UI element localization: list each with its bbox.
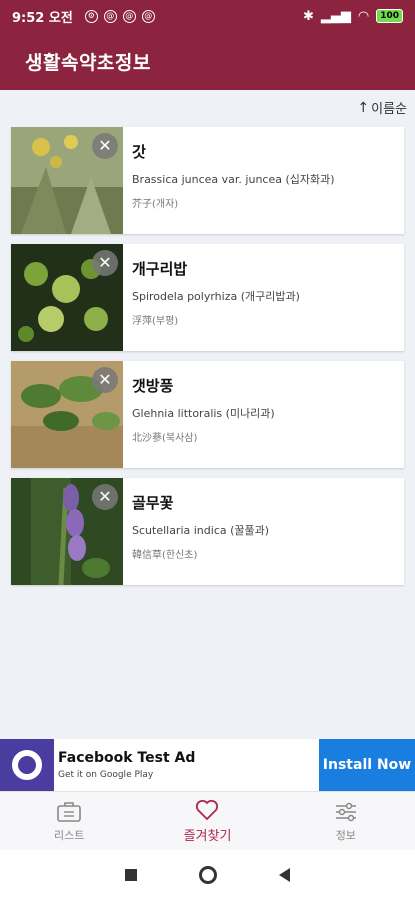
herb-photo: ✕ bbox=[11, 127, 123, 234]
herb-card[interactable]: ✕ 갓 Brassica juncea var. juncea (십자화과) 芥… bbox=[11, 127, 404, 234]
nav-item-info[interactable]: 정보 bbox=[277, 792, 415, 850]
nav-label: 즐겨찾기 bbox=[183, 829, 232, 844]
notification-icon: ⚙ bbox=[84, 9, 98, 23]
home-icon[interactable] bbox=[199, 866, 217, 884]
status-time: 9:52 오전 bbox=[12, 10, 73, 26]
herb-scientific-name: Scutellaria indica (꿀풀과) bbox=[132, 524, 270, 537]
herb-hanja-name: 浮萍(부평) bbox=[132, 316, 179, 327]
install-now-button[interactable]: Install Now bbox=[319, 739, 415, 791]
recent-apps-icon[interactable] bbox=[125, 869, 137, 881]
herb-card[interactable]: ✕ 갯방풍 Glehnia littoralis (미나리과) 北沙蔘(북사삼) bbox=[11, 361, 404, 468]
herb-photo: ✕ bbox=[11, 361, 123, 468]
nav-item-favorites[interactable]: 즐겨찾기 bbox=[138, 792, 276, 850]
status-bar: 9:52 오전 ⚙ @ @ @ ✱ ▂▄▆ ◠ 100 bbox=[0, 0, 415, 32]
herb-photo: ✕ bbox=[11, 478, 123, 585]
favorites-list: ✕ 갓 Brassica juncea var. juncea (십자화과) 芥… bbox=[11, 127, 404, 595]
ad-banner[interactable]: Facebook Test Ad Get it on Google Play I… bbox=[0, 739, 415, 791]
herb-name: 갓 bbox=[132, 143, 146, 161]
herb-scientific-name: Spirodela polyrhiza (개구리밥과) bbox=[132, 290, 300, 303]
remove-favorite-button[interactable]: ✕ bbox=[92, 250, 118, 276]
remove-favorite-button[interactable]: ✕ bbox=[92, 367, 118, 393]
herb-scientific-name: Brassica juncea var. juncea (십자화과) bbox=[132, 173, 335, 186]
ad-title: Facebook Test Ad bbox=[58, 750, 196, 766]
remove-favorite-button[interactable]: ✕ bbox=[92, 133, 118, 159]
remove-favorite-button[interactable]: ✕ bbox=[92, 484, 118, 510]
sort-label: 이름순 bbox=[371, 102, 407, 117]
herb-scientific-name: Glehnia littoralis (미나리과) bbox=[132, 407, 275, 420]
signal-icon: ▂▄▆ bbox=[320, 8, 351, 24]
herb-card[interactable]: ✕ 골무꽃 Scutellaria indica (꿀풀과) 韓信草(한신초) bbox=[11, 478, 404, 585]
herb-hanja-name: 北沙蔘(북사삼) bbox=[132, 433, 198, 444]
at-icon: @ bbox=[103, 9, 117, 23]
herb-name: 골무꽃 bbox=[132, 494, 174, 512]
nav-label: 정보 bbox=[335, 828, 356, 842]
system-nav-bar bbox=[0, 850, 415, 900]
nav-item-list[interactable]: 리스트 bbox=[0, 792, 138, 850]
arrow-up-icon: ↑ bbox=[357, 99, 370, 116]
wifi-icon: ◠ bbox=[357, 8, 370, 24]
herb-name: 개구리밥 bbox=[132, 260, 188, 278]
bluetooth-icon: ✱ bbox=[302, 8, 314, 24]
at-icon: @ bbox=[122, 9, 136, 23]
heart-icon bbox=[196, 799, 219, 821]
herb-photo: ✕ bbox=[11, 244, 123, 351]
sort-button[interactable]: ↑ 이름순 bbox=[357, 98, 407, 118]
nav-label: 리스트 bbox=[53, 828, 85, 842]
app-bar: 생활속약초정보 bbox=[0, 32, 415, 90]
ad-app-logo bbox=[0, 739, 54, 791]
herb-hanja-name: 韓信草(한신초) bbox=[132, 550, 198, 561]
bottom-nav: 리스트 즐겨찾기 정보 bbox=[0, 791, 415, 850]
herb-name: 갯방풍 bbox=[132, 377, 174, 395]
sliders-icon bbox=[335, 802, 356, 821]
herb-card[interactable]: ✕ 개구리밥 Spirodela polyrhiza (개구리밥과) 浮萍(부평… bbox=[11, 244, 404, 351]
briefcase-icon bbox=[57, 801, 81, 822]
at-icon: @ bbox=[141, 9, 155, 23]
herb-hanja-name: 芥子(개자) bbox=[132, 199, 179, 210]
back-icon[interactable] bbox=[279, 868, 290, 882]
app-title: 생활속약초정보 bbox=[25, 51, 151, 74]
ad-subtitle: Get it on Google Play bbox=[58, 770, 154, 780]
battery-icon: 100 bbox=[376, 9, 403, 23]
